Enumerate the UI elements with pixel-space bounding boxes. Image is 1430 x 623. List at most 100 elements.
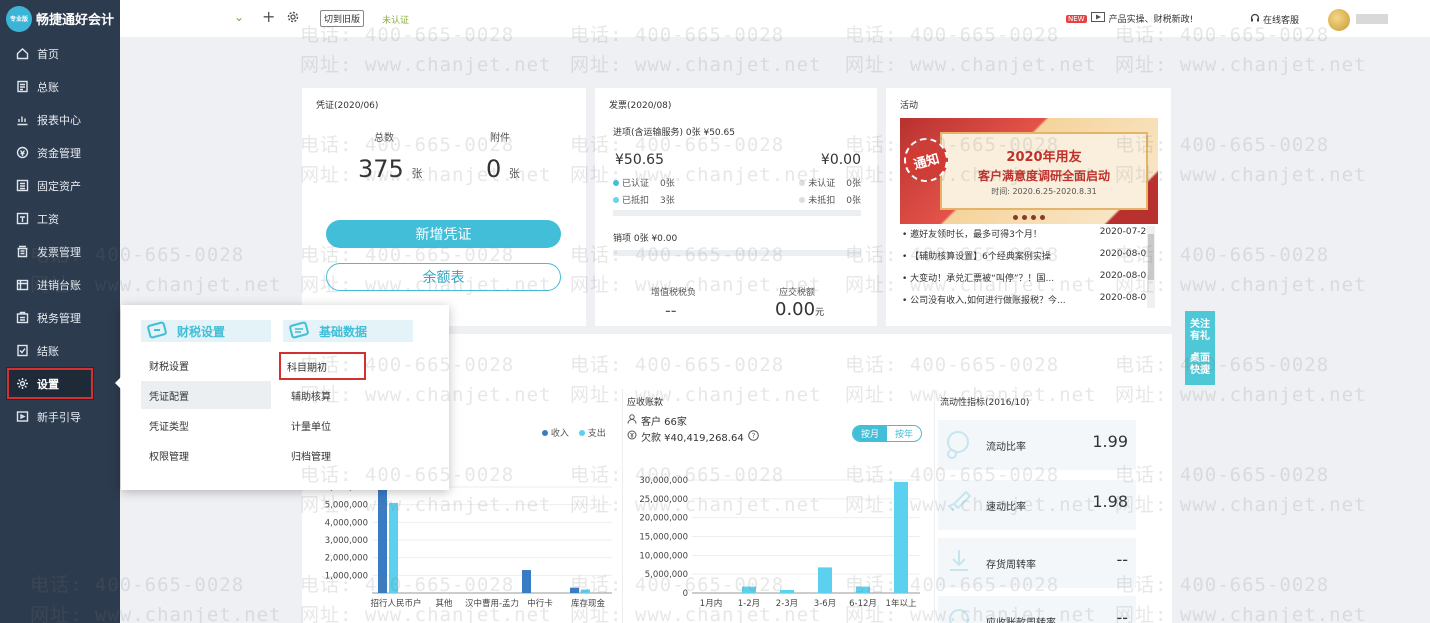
sidebar-item-salary[interactable]: 工资 bbox=[0, 202, 120, 235]
tax-payable-label: 应交税额 bbox=[779, 288, 816, 298]
undeducted-dot bbox=[799, 196, 806, 203]
watermark-text: 网址: www.chanjet.net bbox=[1115, 54, 1367, 76]
sidebar-item-label: 报表中心 bbox=[37, 113, 81, 127]
activity-banner[interactable]: 2020年用友 客户满意度调研全面启动 时间: 2020.6.25-2020.8… bbox=[900, 118, 1158, 224]
sidebar-item-inventory[interactable]: 进销台账 bbox=[0, 268, 120, 301]
online-service-link[interactable]: 在线客服 bbox=[1250, 13, 1299, 26]
dropdown-caret bbox=[115, 377, 121, 389]
bar bbox=[742, 586, 756, 593]
news-title: • 公司没有收入,如何进行做账报税？今... bbox=[902, 296, 1066, 306]
sidebar-item-label: 资金管理 bbox=[37, 146, 81, 160]
news-title: • 【辅助核算设置】6个经典案例实操 bbox=[902, 252, 1051, 262]
switch-old-version-button[interactable]: 切到旧版 bbox=[320, 10, 365, 27]
settings-dropdown: 财税设置 基础数据 财税设置 凭证配置 凭证类型 权限管理 科目期初 辅助核算 … bbox=[121, 305, 449, 490]
menu-archive[interactable]: 归档管理 bbox=[283, 441, 413, 469]
toggle-yearly[interactable]: 按年 bbox=[887, 426, 921, 441]
menu-units[interactable]: 计量单位 bbox=[283, 411, 413, 439]
divider bbox=[934, 389, 935, 623]
sidebar-item-ledger[interactable]: 总账 bbox=[0, 70, 120, 103]
undeducted-label: 未抵扣 bbox=[808, 196, 836, 206]
gear-icon bbox=[16, 377, 29, 390]
verification-status[interactable]: 未认证 bbox=[382, 13, 409, 26]
pager-dot[interactable] bbox=[1022, 215, 1027, 220]
fund-icon bbox=[16, 146, 29, 159]
y-tick-label: 5,000,000 bbox=[645, 570, 688, 580]
sidebar-item-fund[interactable]: 资金管理 bbox=[0, 136, 120, 169]
y-tick-label: 2,000,000 bbox=[325, 554, 368, 564]
legend-income: 收入 bbox=[542, 426, 569, 439]
menu-aux-accounting[interactable]: 辅助核算 bbox=[283, 381, 413, 409]
metric-value: -- bbox=[1116, 550, 1128, 569]
metric-value: 1.98 bbox=[1092, 492, 1128, 511]
invoice-left-amount: ¥50.65 bbox=[615, 152, 664, 168]
sidebar-item-report[interactable]: 报表中心 bbox=[0, 103, 120, 136]
pager-dot[interactable] bbox=[1031, 215, 1036, 220]
news-item[interactable]: • 公司没有收入,如何进行做账报税？今... 2020-08-03 bbox=[902, 293, 1152, 306]
gear-icon[interactable] bbox=[286, 10, 300, 27]
chevron-down-icon[interactable]: ⌄ bbox=[234, 10, 244, 24]
vat-burden-value: -- bbox=[665, 301, 677, 320]
scroll-thumb[interactable] bbox=[1148, 234, 1154, 280]
menu-permissions[interactable]: 权限管理 bbox=[141, 441, 271, 469]
help-icon[interactable]: ? bbox=[747, 429, 759, 444]
sidebar-item-invoice[interactable]: 发票管理 bbox=[0, 235, 120, 268]
banner-line-3: 时间: 2020.6.25-2020.8.31 bbox=[991, 186, 1097, 196]
new-badge: NEW bbox=[1066, 14, 1087, 23]
home-icon bbox=[16, 47, 29, 60]
news-item[interactable]: • 邀好友领时长，最多可得3个月！ 2020-07-27 bbox=[902, 227, 1152, 240]
activity-card: 活动 2020年用友 客户满意度调研全面启动 时间: 2020.6.25-202… bbox=[886, 88, 1171, 326]
new-voucher-button[interactable]: 新增凭证 bbox=[326, 220, 561, 248]
watermark-text: 网址: www.chanjet.net bbox=[300, 54, 552, 76]
app-logo[interactable]: 专业版 畅捷通好会计 bbox=[0, 0, 120, 37]
bar bbox=[581, 589, 590, 593]
news-item[interactable]: • 大变动！承兑汇票被“叫停”？！国... 2020-08-03 bbox=[902, 271, 1152, 284]
metric-value: -- bbox=[1116, 608, 1128, 623]
pager-dot[interactable] bbox=[1040, 215, 1045, 220]
float-label: 有礼 bbox=[1190, 331, 1210, 342]
sidebar-item-tax[interactable]: 税务管理 bbox=[0, 301, 120, 334]
news-item[interactable]: • 【辅助核算设置】6个经典案例实操 2020-08-03 bbox=[902, 249, 1152, 262]
x-tick-label: 汉中曹用-孟力 bbox=[465, 598, 519, 609]
news-scrollbar[interactable] bbox=[1147, 226, 1155, 308]
y-tick-label: 0 bbox=[683, 589, 688, 599]
sidebar: 专业版 畅捷通好会计 首页总账报表中心资金管理固定资产 工资 发票管理 进销台账税务管… bbox=[0, 0, 120, 623]
metric-label: 存货周转率 bbox=[986, 560, 1036, 571]
rocket-icon bbox=[944, 488, 974, 525]
y-tick-label: 15,000,000 bbox=[639, 533, 688, 543]
menu-voucher-type[interactable]: 凭证类型 bbox=[141, 411, 271, 439]
float-label: 关注 bbox=[1190, 319, 1210, 330]
sidebar-item-label: 设置 bbox=[37, 377, 59, 391]
avatar[interactable] bbox=[1328, 9, 1350, 31]
sidebar-item-guide[interactable]: 新手引导 bbox=[0, 400, 120, 433]
add-icon[interactable]: + bbox=[262, 7, 275, 26]
period-toggle[interactable]: 按月 按年 bbox=[852, 425, 923, 442]
sidebar-item-home[interactable]: 首页 bbox=[0, 37, 120, 70]
float-side-panel[interactable]: 关注 有礼 桌面 快捷 bbox=[1185, 311, 1215, 385]
float-label: 快捷 bbox=[1190, 365, 1210, 376]
sidebar-item-asset[interactable]: 固定资产 bbox=[0, 169, 120, 202]
x-tick-label: 库存现金 bbox=[571, 598, 606, 609]
y-tick-label: 10,000,000 bbox=[639, 551, 688, 561]
tax-icon bbox=[16, 311, 29, 324]
desktop-shortcut-link[interactable]: 桌面 快捷 bbox=[1190, 353, 1210, 377]
tax-payable-value: 0.00 bbox=[775, 299, 816, 320]
sidebar-item-gear[interactable]: 设置 bbox=[6, 367, 94, 400]
news-title: • 大变动！承兑汇票被“叫停”？！国... bbox=[902, 274, 1055, 284]
news-link[interactable]: NEW 产品实操、财税新政! bbox=[1066, 12, 1193, 25]
sidebar-item-close-books[interactable]: 结账 bbox=[0, 334, 120, 367]
unverified-dot bbox=[799, 179, 806, 186]
follow-gift-link[interactable]: 关注 有礼 bbox=[1190, 319, 1210, 343]
sidebar-item-label: 首页 bbox=[37, 47, 59, 61]
username-redacted[interactable] bbox=[1356, 14, 1388, 24]
sidebar-item-label: 税务管理 bbox=[37, 311, 81, 325]
menu-voucher-config[interactable]: 凭证配置 bbox=[141, 381, 271, 409]
menu-tax-settings[interactable]: 财税设置 bbox=[141, 351, 271, 379]
balance-sheet-button[interactable]: 余额表 bbox=[326, 263, 561, 291]
sidebar-item-label: 结账 bbox=[37, 344, 59, 358]
online-service-label: 在线客服 bbox=[1263, 16, 1300, 26]
toggle-monthly[interactable]: 按月 bbox=[853, 426, 888, 441]
pager-dot[interactable] bbox=[1013, 215, 1018, 220]
basic-data-icon bbox=[289, 320, 313, 343]
verified-dot bbox=[613, 179, 619, 186]
menu-opening-balance[interactable]: 科目期初 bbox=[279, 352, 366, 380]
